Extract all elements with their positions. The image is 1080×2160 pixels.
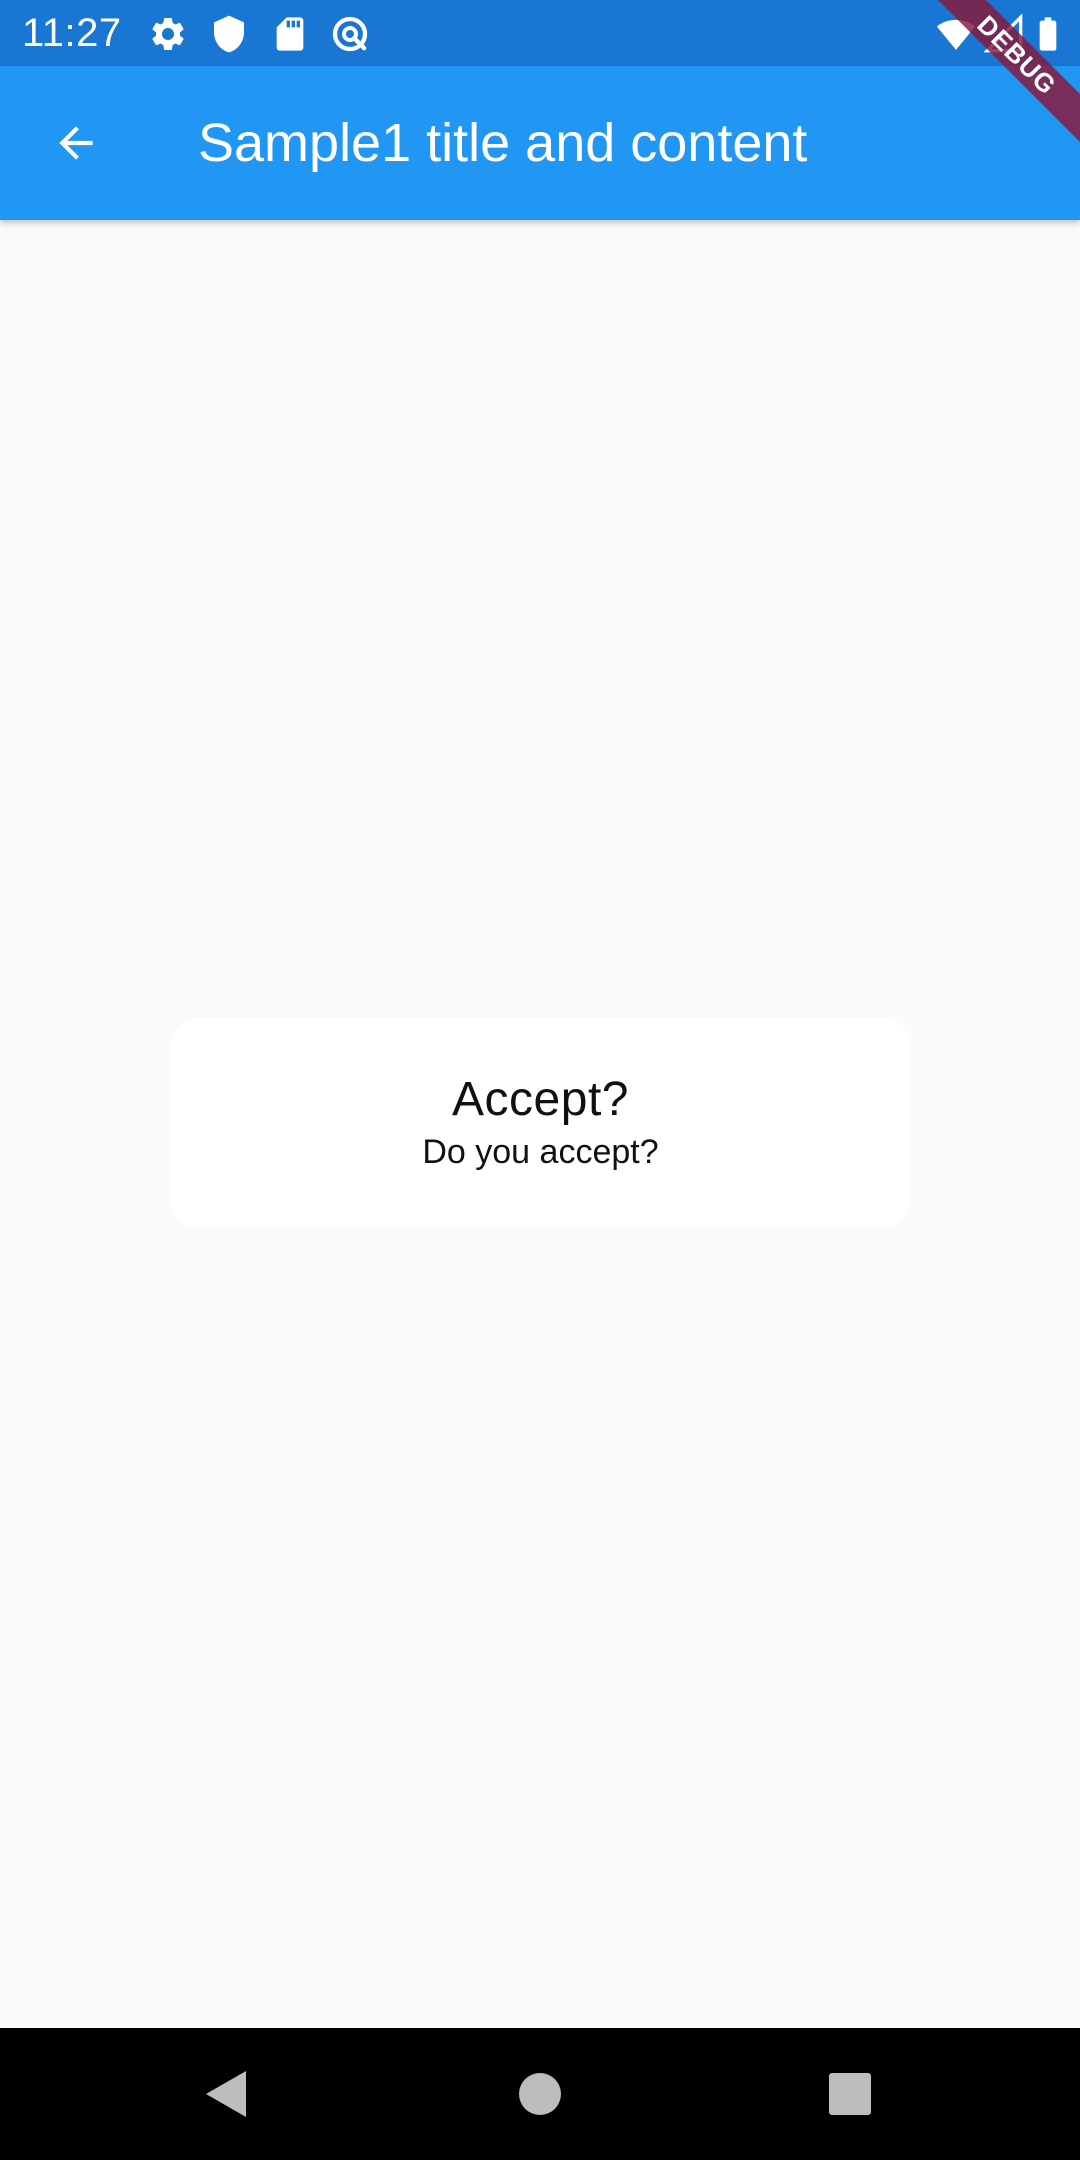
data-saver-icon: [330, 14, 370, 54]
gear-icon: [148, 14, 188, 54]
wifi-icon: [936, 14, 976, 54]
status-bar: 11:27: [0, 0, 1080, 66]
app-bar: Sample1 title and content: [0, 66, 1080, 220]
nav-recents-button[interactable]: [820, 2064, 880, 2124]
dialog-title: Accept?: [452, 1073, 629, 1126]
back-triangle-icon: [204, 2069, 248, 2119]
system-nav-bar: [0, 2028, 1080, 2160]
cell-signal-icon: [984, 14, 1024, 54]
dialog-content: Do you accept?: [422, 1133, 659, 1171]
page-title: Sample1 title and content: [198, 113, 808, 173]
sd-card-icon: [270, 14, 310, 54]
battery-icon: [1028, 14, 1068, 54]
back-button[interactable]: [32, 99, 120, 187]
recents-square-icon: [828, 2072, 872, 2116]
shield-icon: [209, 14, 249, 54]
arrow-back-icon: [51, 118, 101, 168]
screen: 11:27 Sample1 title and content DEBUG Ac…: [0, 0, 1080, 2160]
alert-dialog: Accept? Do you accept?: [170, 1018, 911, 1228]
nav-back-button[interactable]: [196, 2064, 256, 2124]
home-circle-icon: [518, 2072, 562, 2116]
status-time: 11:27: [22, 11, 122, 55]
nav-home-button[interactable]: [510, 2064, 570, 2124]
